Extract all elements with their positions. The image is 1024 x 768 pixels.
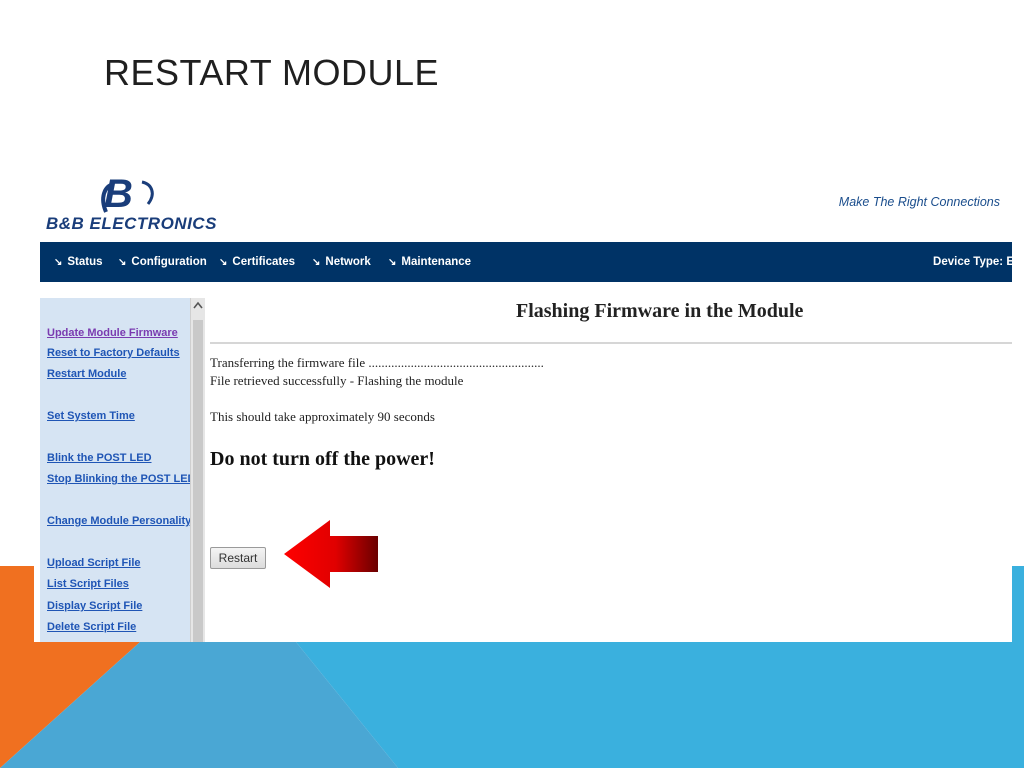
- browser-screenshot: B B&B ELECTRONICS Make The Right Connect…: [40, 160, 1012, 642]
- title-divider: [210, 342, 1012, 344]
- red-arrow-icon: [284, 520, 378, 588]
- restart-button[interactable]: Restart: [210, 547, 266, 569]
- device-type-label: Device Type: E: [933, 256, 1012, 268]
- status-line-retrieved: File retrieved successfully - Flashing t…: [210, 373, 464, 388]
- sidebar-link-stop-blinking-post-led[interactable]: Stop Blinking the POST LED: [47, 473, 196, 485]
- top-nav-bar: ↘ Status ↘ Configuration ↘ Certificates ↘ Ne…: [40, 242, 1012, 282]
- logo-mark: B: [104, 172, 133, 216]
- status-line-transferring: Transferring the firmware file .........…: [210, 355, 544, 370]
- sidebar-link-update-module-firmware[interactable]: Update Module Firmware: [47, 327, 178, 339]
- nav-arrow-icon: ↘: [219, 257, 228, 268]
- sidebar-link-delete-script-file[interactable]: Delete Script File: [47, 621, 136, 633]
- sidebar-link-reset-factory-defaults[interactable]: Reset to Factory Defaults: [47, 347, 180, 359]
- nav-network[interactable]: ↘ Network: [312, 256, 371, 268]
- sidebar-link-restart-module[interactable]: Restart Module: [47, 368, 126, 380]
- status-line-duration: This should take approximately 90 second…: [210, 409, 435, 424]
- nav-arrow-icon: ↘: [312, 257, 321, 268]
- scroll-up-icon[interactable]: [192, 300, 204, 314]
- sidebar-link-upload-script-file[interactable]: Upload Script File: [47, 557, 141, 569]
- slide-title: RESTART MODULE: [104, 52, 440, 93]
- sidebar-link-blink-post-led[interactable]: Blink the POST LED: [47, 452, 152, 464]
- bb-electronics-logo: B B&B ELECTRONICS: [46, 172, 256, 236]
- power-warning: Do not turn off the power!: [210, 448, 435, 470]
- sidebar-link-change-module-personality[interactable]: Change Module Personality: [47, 515, 191, 527]
- sidebar-link-list-script-files[interactable]: List Script Files: [47, 578, 129, 590]
- tagline: Make The Right Connections: [838, 195, 1000, 209]
- nav-arrow-icon: ↘: [118, 257, 127, 268]
- sidebar: Update Module Firmware Reset to Factory …: [40, 298, 196, 642]
- nav-status[interactable]: ↘ Status: [54, 256, 103, 268]
- logo-text: B&B ELECTRONICS: [46, 214, 217, 233]
- nav-certificates[interactable]: ↘ Certificates: [219, 256, 295, 268]
- sidebar-scrollbar[interactable]: [190, 298, 205, 642]
- scrollbar-thumb[interactable]: [193, 320, 203, 642]
- nav-spacer: [40, 282, 1012, 298]
- nav-arrow-icon: ↘: [388, 257, 397, 268]
- sidebar-link-display-script-file[interactable]: Display Script File: [47, 600, 142, 612]
- nav-arrow-icon: ↘: [54, 257, 63, 268]
- nav-maintenance[interactable]: ↘ Maintenance: [388, 256, 471, 268]
- page-title: Flashing Firmware in the Module: [516, 300, 804, 322]
- sidebar-link-set-system-time[interactable]: Set System Time: [47, 410, 135, 422]
- nav-configuration[interactable]: ↘ Configuration: [118, 256, 207, 268]
